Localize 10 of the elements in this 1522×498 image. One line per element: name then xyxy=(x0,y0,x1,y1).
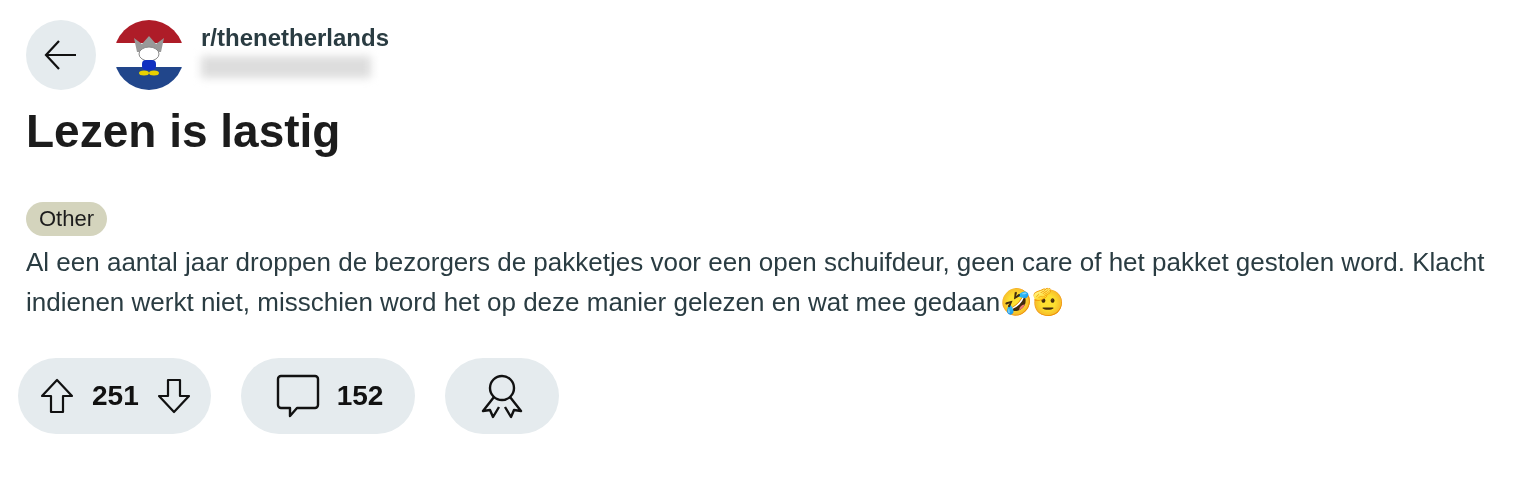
downvote-icon[interactable] xyxy=(156,378,191,414)
post-title: Lezen is lastig xyxy=(26,104,342,159)
comment-icon xyxy=(274,373,321,419)
flair-tag[interactable]: Other xyxy=(26,202,108,236)
vote-count: 251 xyxy=(92,380,139,412)
upvote-icon[interactable] xyxy=(40,378,74,414)
subreddit-name[interactable]: r/thenetherlands xyxy=(201,24,390,52)
comments-button[interactable]: 152 xyxy=(240,358,416,434)
subreddit-avatar[interactable] xyxy=(114,20,184,90)
post-body: Al een aantal jaar droppen de bezorgers de pakketjes voor een open schuifdeur, geen care of het pakket gestolen word. Klacht indienen werkt niet, misschien word het op deze manier gelezen en wat mee gedaan🤣🫡 xyxy=(26,246,1486,319)
